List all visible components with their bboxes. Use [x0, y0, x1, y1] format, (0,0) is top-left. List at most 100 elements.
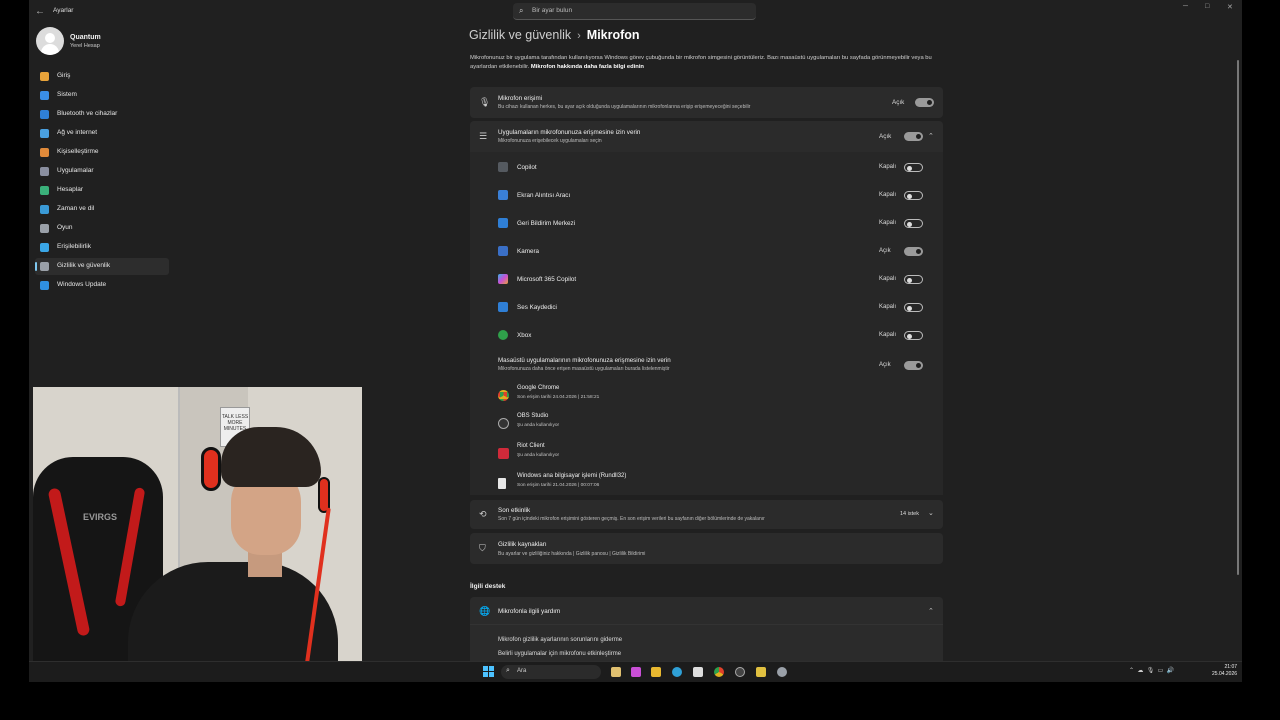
- system-icon: [40, 91, 49, 100]
- camera-icon: [498, 246, 508, 256]
- sidebar-item-network[interactable]: Ağ ve internet: [35, 125, 169, 142]
- learn-more-link[interactable]: Mikrofon hakkında daha fazla bilgi edini…: [531, 64, 644, 70]
- app-row-camera: Kamera Açık: [470, 237, 943, 265]
- sidebar-item-time-language[interactable]: Zaman ve dil: [35, 201, 169, 218]
- breadcrumb: Gizlilik ve güvenlik › Mikrofon: [469, 28, 640, 42]
- desktop-access-toggle[interactable]: [904, 361, 923, 370]
- sidebar-item-privacy[interactable]: Gizlilik ve güvenlik: [35, 258, 169, 275]
- sidebar-item-bluetooth[interactable]: Bluetooth ve cihazlar: [35, 106, 169, 123]
- settings-search-input[interactable]: ⌕ Bir ayar bulun: [513, 3, 756, 20]
- headset-icon: [201, 447, 221, 491]
- xbox-toggle[interactable]: [904, 331, 923, 340]
- privacy-resources-card: ⛉ Gizlilik kaynakları Bu ayarlar ve gizl…: [470, 533, 943, 564]
- sidebar-item-apps[interactable]: Uygulamalar: [35, 163, 169, 180]
- breadcrumb-parent[interactable]: Gizlilik ve güvenlik: [469, 28, 571, 42]
- app-access-state: Açık: [879, 133, 892, 140]
- help-link-troubleshoot[interactable]: Mikrofon gizlilik ayarlarının sorunların…: [498, 637, 622, 643]
- chrome-taskbar-icon[interactable]: [714, 667, 724, 677]
- network-icon: [40, 129, 49, 138]
- user-account-type: Yerel Hesap: [70, 43, 100, 49]
- copilot-toggle[interactable]: [904, 163, 923, 172]
- app-access-title: Uygulamaların mikrofonunuza erişmesine i…: [498, 129, 641, 136]
- store-icon[interactable]: [693, 667, 703, 677]
- recent-activity-title: Son etkinlik: [498, 507, 531, 514]
- sidebar-item-personalization[interactable]: Kişiselleştirme: [35, 144, 169, 161]
- sidebar-item-home[interactable]: Giriş: [35, 68, 169, 85]
- search-placeholder: Bir ayar bulun: [532, 7, 573, 14]
- maximize-icon[interactable]: □: [1205, 3, 1209, 10]
- edge-icon[interactable]: [672, 667, 682, 677]
- page-title: Mikrofon: [586, 28, 640, 42]
- title-bar: ← Ayarlar ⌕ Bir ayar bulun ─ □ ✕: [29, 0, 1242, 24]
- copilot-taskbar-icon[interactable]: [631, 667, 641, 677]
- apps-icon: [40, 167, 49, 176]
- chevron-right-icon: ›: [577, 30, 581, 42]
- mic-access-toggle[interactable]: [915, 98, 934, 107]
- sidebar-item-accounts[interactable]: Hesaplar: [35, 182, 169, 199]
- settings-taskbar-icon[interactable]: [777, 667, 787, 677]
- sidebar-item-system[interactable]: Sistem: [35, 87, 169, 104]
- chevron-up-icon[interactable]: ⌃: [928, 132, 934, 140]
- chrome-icon: [498, 390, 509, 401]
- account-icon: [40, 186, 49, 195]
- history-icon: ⟲: [479, 509, 487, 519]
- taskview-icon[interactable]: [611, 667, 621, 677]
- shield-icon: [40, 262, 49, 271]
- avatar[interactable]: [36, 27, 64, 55]
- home-icon: [40, 72, 49, 81]
- taskbar: ⌕ Ara ⌃ ☁ 🎙 ▭ 🔊 21:07 25.04.2026: [29, 661, 1242, 682]
- app-access-card[interactable]: ☰ Uygulamaların mikrofonunuza erişmesine…: [470, 121, 943, 152]
- microphone-icon: 🎙: [479, 97, 491, 107]
- gamepad-icon: [40, 224, 49, 233]
- help-link-enable-apps[interactable]: Belirli uygulamalar için mikrofonu etkin…: [498, 651, 621, 657]
- start-button[interactable]: [483, 666, 494, 677]
- feedback-hub-toggle[interactable]: [904, 219, 923, 228]
- mic-access-card: 🎙 Mikrofon erişimi Bu cihazı kullanan he…: [470, 87, 943, 118]
- recent-activity-card[interactable]: ⟲ Son etkinlik Son 7 gün içindeki mikrof…: [470, 500, 943, 529]
- sound-recorder-toggle[interactable]: [904, 303, 923, 312]
- taskbar-search[interactable]: ⌕ Ara: [501, 665, 601, 679]
- person-hair: [221, 427, 321, 487]
- snipping-tool-toggle[interactable]: [904, 191, 923, 200]
- close-icon[interactable]: ✕: [1227, 3, 1233, 11]
- clock[interactable]: 21:07 25.04.2026: [1212, 664, 1237, 678]
- webcam-overlay: TALK LESS MORE MINUTES EVIRGS: [33, 387, 362, 678]
- search-icon: ⌕: [506, 667, 510, 674]
- minimize-icon[interactable]: ─: [1183, 3, 1188, 10]
- m365-copilot-icon: [498, 274, 508, 284]
- scrollbar[interactable]: [1237, 60, 1239, 575]
- feedback-hub-icon: [498, 218, 508, 228]
- obs-taskbar-icon[interactable]: [735, 667, 745, 677]
- camera-toggle[interactable]: [904, 247, 923, 256]
- m365-copilot-toggle[interactable]: [904, 275, 923, 284]
- desktop-access-title: Masaüstü uygulamalarının mikrofonunuza e…: [498, 357, 671, 364]
- taskbar-search-label: Ara: [517, 668, 527, 674]
- system-tray[interactable]: ⌃ ☁ 🎙 ▭ 🔊: [1129, 667, 1174, 674]
- sound-recorder-icon: [498, 302, 508, 312]
- app-permissions-panel: Copilot Kapalı Ekran Alıntısı Aracı Kapalı…: [470, 152, 943, 495]
- mic-access-title: Mikrofon erişimi: [498, 95, 543, 102]
- sidebar-item-gaming[interactable]: Oyun: [35, 220, 169, 237]
- copilot-icon: [498, 162, 508, 172]
- app-taskbar-icon[interactable]: [756, 667, 766, 677]
- accessibility-icon: [40, 243, 49, 252]
- app-row-snipping-tool: Ekran Alıntısı Aracı Kapalı: [470, 181, 943, 209]
- mic-help-title: Mikrofonla ilgili yardım: [498, 608, 561, 615]
- app-access-toggle[interactable]: [904, 132, 923, 141]
- chair-logo: EVIRGS: [83, 512, 118, 522]
- bluetooth-icon: [40, 110, 49, 119]
- chevron-down-icon[interactable]: ⌄: [928, 509, 934, 517]
- snipping-tool-icon: [498, 190, 508, 200]
- file-explorer-icon[interactable]: [651, 667, 661, 677]
- search-icon: ⌕: [519, 6, 524, 15]
- mic-help-header[interactable]: 🌐 Mikrofonla ilgili yardım ⌃: [470, 597, 943, 625]
- file-icon: [498, 478, 506, 489]
- shield-icon: ⛉: [479, 543, 486, 553]
- chevron-up-icon: ⌃: [928, 608, 934, 615]
- privacy-resources-links[interactable]: Bu ayarlar ve gizliliğiniz hakkında | Gi…: [498, 551, 645, 557]
- back-arrow-icon[interactable]: ←: [35, 6, 47, 18]
- sidebar-item-windows-update[interactable]: Windows Update: [35, 277, 169, 294]
- page-description: Mikrofonunuz bir uygulama tarafından kul…: [470, 54, 940, 71]
- app-title: Ayarlar: [53, 7, 74, 14]
- sidebar-item-accessibility[interactable]: Erişilebilirlik: [35, 239, 169, 256]
